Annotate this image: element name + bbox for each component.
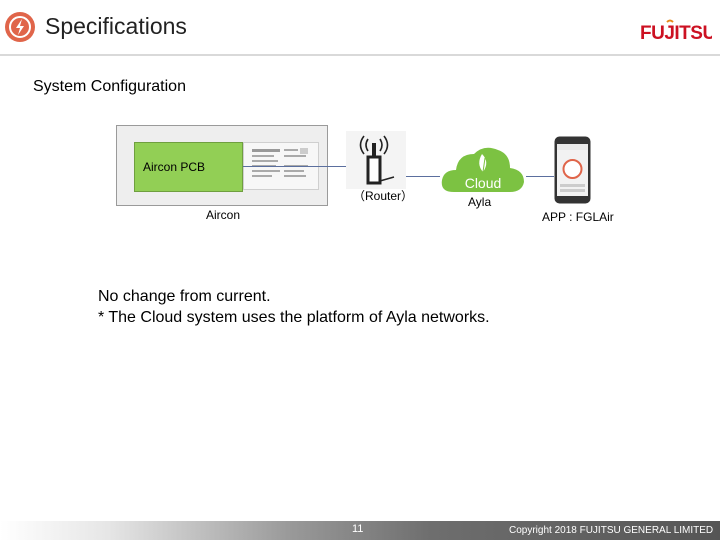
aircon-pcb-label: Aircon PCB <box>143 160 206 174</box>
smartphone-icon <box>554 136 591 204</box>
app-label: APP : FGLAir <box>542 210 614 224</box>
connection-line <box>243 166 346 167</box>
cloud-icon: Cloud <box>440 142 526 196</box>
copyright-text: Copyright 2018 FUJITSU GENERAL LIMITED <box>509 525 714 536</box>
aircon-label: Aircon <box>206 208 241 222</box>
body-line: No change from current. <box>98 288 271 305</box>
router-label: （Router） <box>353 189 414 203</box>
flash-icon <box>5 12 35 42</box>
page-number: 11 <box>352 523 364 535</box>
header-divider <box>0 54 720 56</box>
connection-line <box>400 176 440 177</box>
page-title: Specifications <box>45 13 187 39</box>
section-title: System Configuration <box>33 78 186 95</box>
svg-text:FUJITSU: FUJITSU <box>640 23 712 44</box>
ayla-label: Ayla <box>468 195 492 209</box>
connection-line <box>526 176 554 177</box>
fujitsu-logo: FUJITSU <box>640 19 712 44</box>
body-line: * The Cloud system uses the platform of … <box>98 309 490 326</box>
cloud-text: Cloud <box>465 175 502 191</box>
body-text: No change from current. * The Cloud syst… <box>98 286 490 328</box>
router-icon <box>346 131 406 189</box>
